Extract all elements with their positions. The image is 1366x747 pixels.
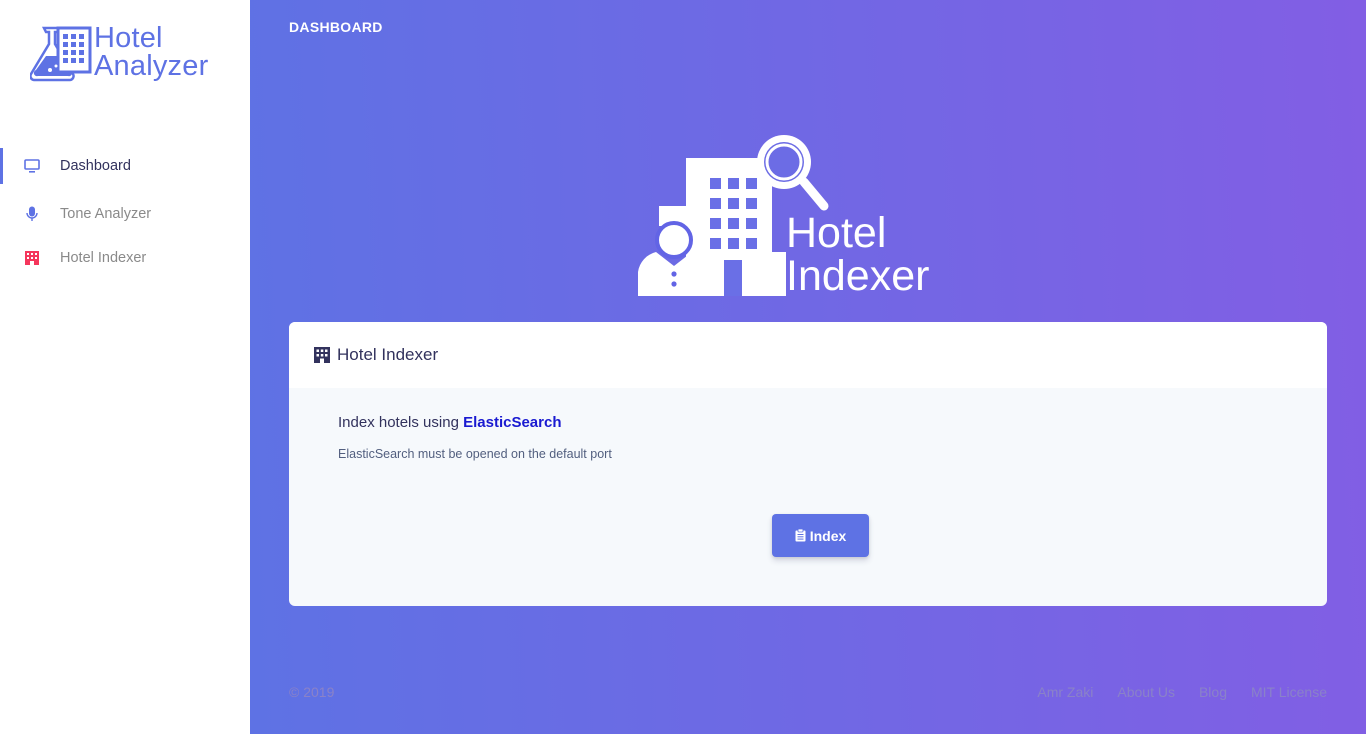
sidebar: Hotel Analyzer Dashboard Tone Analyzer H… xyxy=(0,0,250,747)
card-header: Hotel Indexer xyxy=(289,322,1327,388)
elasticsearch-link[interactable]: ElasticSearch xyxy=(463,414,561,431)
sidebar-nav: Dashboard Tone Analyzer Hotel Indexer xyxy=(0,148,250,280)
index-button-label: Index xyxy=(809,527,847,544)
sidebar-item-label: Tone Analyzer xyxy=(60,206,152,222)
copyright: © 2019 xyxy=(289,684,335,700)
hero-line2: Indexer xyxy=(786,252,930,300)
page-title[interactable]: DASHBOARD xyxy=(289,19,383,35)
brand-line2: Analyzer xyxy=(94,50,209,82)
hero-title: Hotel Indexer xyxy=(786,212,929,298)
card-note: ElasticSearch must be opened on the defa… xyxy=(338,447,612,461)
hero-line1: Hotel xyxy=(786,209,887,257)
footer-links: Amr Zaki About Us Blog MIT License xyxy=(1013,684,1327,700)
footer-link-license[interactable]: MIT License xyxy=(1251,684,1327,700)
microphone-icon xyxy=(23,205,41,223)
hotel-indexer-card: Hotel Indexer Index hotels using Elastic… xyxy=(289,322,1327,606)
footer: © 2019 Amr Zaki About Us Blog MIT Licens… xyxy=(289,684,1327,700)
clipboard-icon xyxy=(795,529,806,542)
card-title: Hotel Indexer xyxy=(337,345,439,364)
footer-link-author[interactable]: Amr Zaki xyxy=(1037,684,1093,700)
main-panel: DASHBOARD Hotel Indexer Hotel Indexer In… xyxy=(250,0,1366,734)
brand-logo[interactable]: Hotel Analyzer xyxy=(30,24,230,86)
brand-name: Hotel Analyzer xyxy=(94,22,209,82)
lead-text: Index hotels using xyxy=(338,414,464,431)
footer-link-blog[interactable]: Blog xyxy=(1199,684,1227,700)
hotel-icon xyxy=(23,249,41,267)
brand-line1: Hotel xyxy=(94,22,163,54)
card-body: Index hotels using ElasticSearch Elastic… xyxy=(289,388,1327,557)
sidebar-item-dashboard[interactable]: Dashboard xyxy=(0,148,250,184)
sidebar-item-hotel-indexer[interactable]: Hotel Indexer xyxy=(0,236,250,280)
hotel-icon xyxy=(314,347,330,363)
monitor-icon xyxy=(23,157,41,175)
sidebar-item-label: Dashboard xyxy=(60,158,131,174)
sidebar-item-tone-analyzer[interactable]: Tone Analyzer xyxy=(0,192,250,236)
flask-building-icon xyxy=(30,26,92,82)
index-button[interactable]: Index xyxy=(772,514,869,557)
card-lead: Index hotels using ElasticSearch xyxy=(338,414,1278,431)
sidebar-item-label: Hotel Indexer xyxy=(60,250,147,266)
hero-logo: Hotel Indexer xyxy=(638,132,948,300)
footer-link-about[interactable]: About Us xyxy=(1117,684,1175,700)
